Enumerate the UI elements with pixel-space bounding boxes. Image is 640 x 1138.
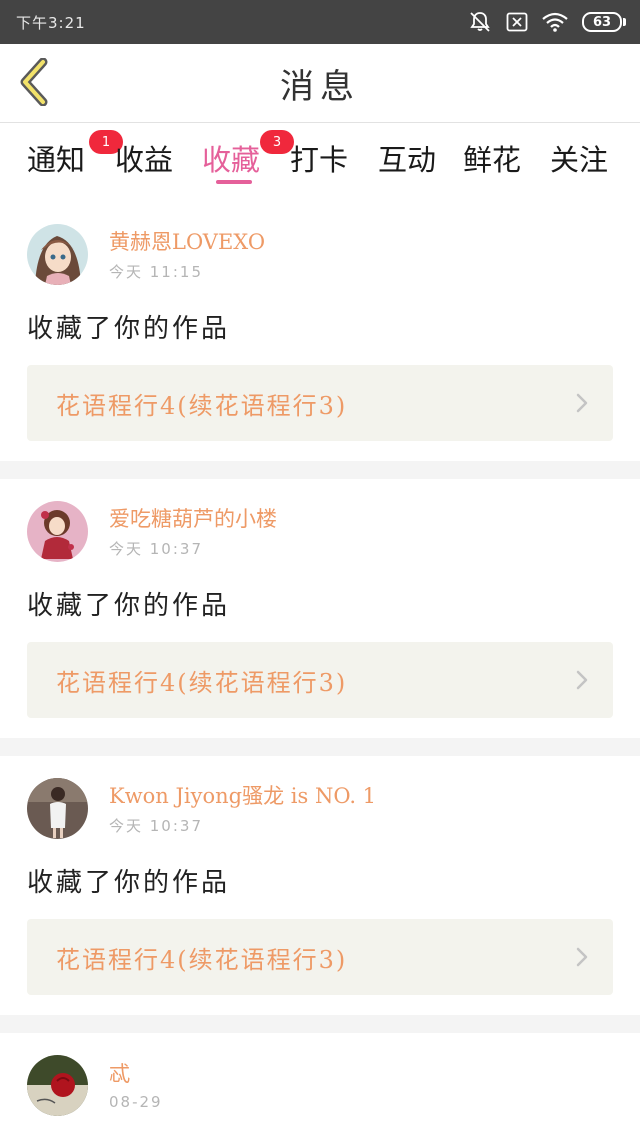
card-header: 黄赫恩LOVEXO 今天 11:15 xyxy=(27,218,613,290)
work-link[interactable]: 花语程行4(续花语程行3) xyxy=(27,919,613,995)
status-time: 下午3:21 xyxy=(16,13,86,32)
work-title: 花语程行4(续花语程行3) xyxy=(56,668,348,697)
avatar[interactable] xyxy=(27,777,88,839)
tab-label: 通知 xyxy=(27,143,86,177)
battery-level: 63 xyxy=(582,12,622,32)
list-item: Kwon Jiyong骚龙 is NO. 1 今天 10:37 收藏了你的作品 … xyxy=(0,756,640,1015)
chevron-right-icon xyxy=(576,670,588,690)
user-name[interactable]: Kwon Jiyong骚龙 is NO. 1 xyxy=(109,781,376,811)
user-meta: 爱吃糖葫芦的小楼 今天 10:37 xyxy=(109,504,277,559)
tab-checkin[interactable]: 打卡 xyxy=(290,137,348,177)
status-icons: 63 xyxy=(468,11,626,33)
card-header: Kwon Jiyong骚龙 is NO. 1 今天 10:37 xyxy=(27,772,613,844)
app-header: 消息 xyxy=(0,44,640,122)
avatar[interactable] xyxy=(27,1054,88,1116)
tab-label: 收益 xyxy=(115,143,174,177)
work-link[interactable]: 花语程行4(续花语程行3) xyxy=(27,365,613,441)
tab-label: 互动 xyxy=(378,143,437,177)
work-title: 花语程行4(续花语程行3) xyxy=(56,945,348,974)
work-link[interactable]: 花语程行4(续花语程行3) xyxy=(27,642,613,718)
tab-interactions[interactable]: 互动 xyxy=(378,137,436,177)
timestamp: 08-29 xyxy=(109,1093,163,1111)
list-item: 爱吃糖葫芦的小楼 今天 10:37 收藏了你的作品 花语程行4(续花语程行3) xyxy=(0,479,640,738)
user-name[interactable]: 爱吃糖葫芦的小楼 xyxy=(109,504,277,534)
list-item: 黄赫恩LOVEXO 今天 11:15 收藏了你的作品 花语程行4(续花语程行3) xyxy=(0,202,640,461)
tab-bar: 通知 1 收益 收藏 3 打卡 互动 鲜花 关注 xyxy=(0,122,640,202)
mute-bell-icon xyxy=(470,12,490,32)
tab-label: 收藏 xyxy=(202,143,261,177)
battery-tip xyxy=(623,18,626,26)
timestamp: 今天 10:37 xyxy=(109,816,203,835)
user-name[interactable]: 黄赫恩LOVEXO xyxy=(109,227,265,257)
wifi-icon xyxy=(542,12,568,32)
user-meta: Kwon Jiyong骚龙 is NO. 1 今天 10:37 xyxy=(109,781,376,836)
card-header: 爱吃糖葫芦的小楼 今天 10:37 xyxy=(27,495,613,567)
chevron-right-icon xyxy=(576,947,588,967)
card-header: 忒 08-29 xyxy=(27,1049,613,1121)
action-text: 收藏了你的作品 xyxy=(27,314,231,344)
user-name[interactable]: 忒 xyxy=(109,1059,163,1089)
work-title: 花语程行4(续花语程行3) xyxy=(56,391,348,420)
favorites-list: 黄赫恩LOVEXO 今天 11:15 收藏了你的作品 花语程行4(续花语程行3) xyxy=(0,202,640,1138)
timestamp: 今天 10:37 xyxy=(109,539,203,558)
chevron-right-icon xyxy=(576,393,588,413)
tab-notifications[interactable]: 通知 1 xyxy=(27,130,123,177)
unread-badge: 3 xyxy=(260,130,294,154)
avatar[interactable] xyxy=(27,223,88,285)
action-text: 收藏了你的作品 xyxy=(27,868,231,898)
sim-off-icon xyxy=(506,12,528,32)
tab-label: 鲜花 xyxy=(463,143,522,177)
tab-following[interactable]: 关注 xyxy=(550,137,608,177)
user-meta: 黄赫恩LOVEXO 今天 11:15 xyxy=(109,227,265,282)
battery-indicator: 63 xyxy=(582,12,626,32)
tab-earnings[interactable]: 收益 xyxy=(115,137,173,177)
back-button[interactable] xyxy=(12,57,56,107)
tab-favorites[interactable]: 收藏 3 xyxy=(202,130,294,177)
avatar[interactable] xyxy=(27,500,88,562)
page-title: 消息 xyxy=(280,66,360,107)
tab-label: 打卡 xyxy=(290,143,349,177)
active-tab-indicator xyxy=(216,180,252,184)
back-arrow-icon xyxy=(20,58,48,106)
tab-flowers[interactable]: 鲜花 xyxy=(463,137,521,177)
status-bar: 下午3:21 63 xyxy=(0,0,640,44)
user-meta: 忒 08-29 xyxy=(109,1059,163,1111)
list-item: 忒 08-29 xyxy=(0,1033,640,1138)
timestamp: 今天 11:15 xyxy=(109,262,203,281)
action-text: 收藏了你的作品 xyxy=(27,591,231,621)
tab-label: 关注 xyxy=(550,143,609,177)
